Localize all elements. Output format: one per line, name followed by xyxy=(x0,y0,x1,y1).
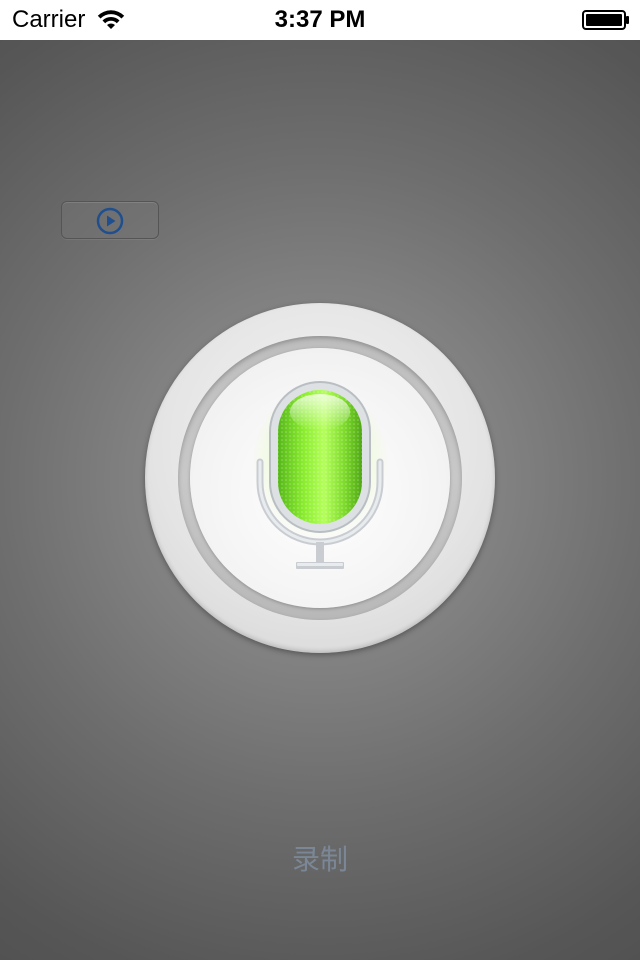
record-label[interactable]: 录制 xyxy=(0,842,640,878)
microphone-icon xyxy=(248,378,392,578)
status-time: 3:37 PM xyxy=(274,6,366,33)
battery-icon xyxy=(582,10,630,30)
status-bar: Carrier 3:37 PM xyxy=(0,0,640,40)
record-mic-button[interactable] xyxy=(145,303,495,653)
play-button[interactable] xyxy=(61,201,159,239)
mic-button-face xyxy=(190,348,450,608)
screen: Carrier 3:37 PM 录制 xyxy=(0,0,640,960)
play-icon xyxy=(96,207,124,235)
mic-button-ring xyxy=(178,336,462,620)
